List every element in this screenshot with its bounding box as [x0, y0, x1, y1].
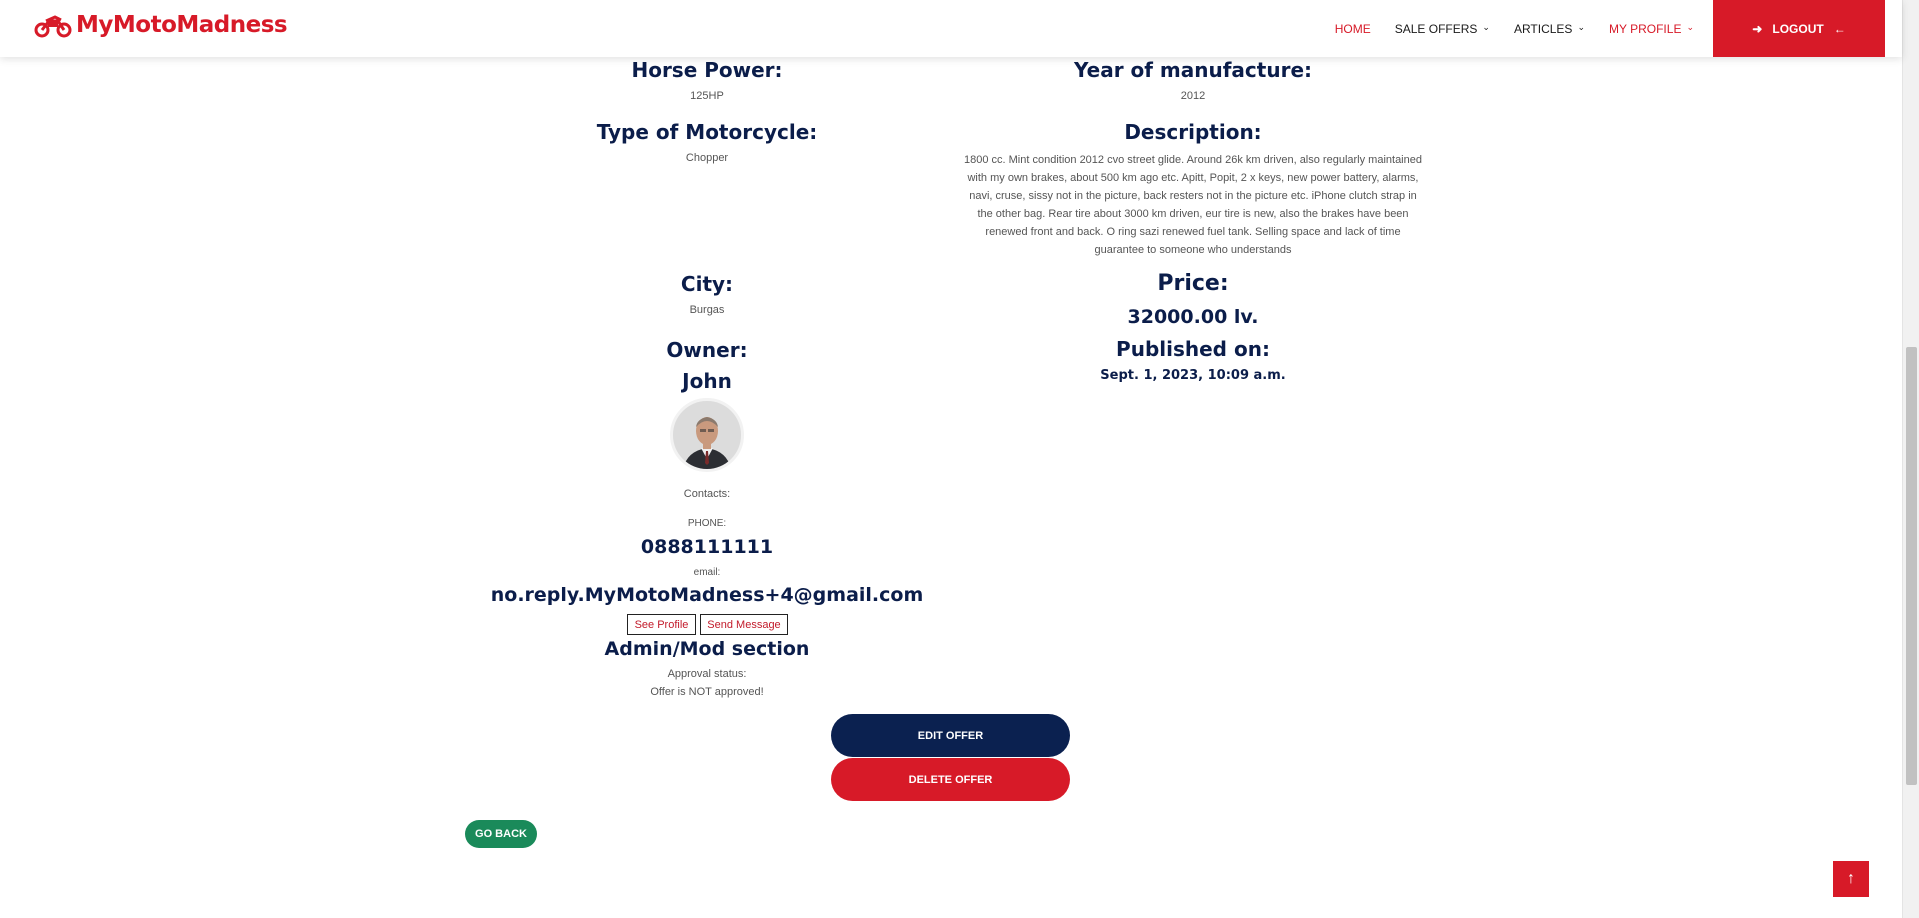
city-label: City: — [680, 272, 734, 296]
edit-offer-button[interactable]: EDIT OFFER — [831, 714, 1070, 757]
phone-label: PHONE: — [687, 518, 727, 529]
brand-name: MyMotoMadness — [76, 12, 288, 38]
city-value: Burgas — [689, 304, 725, 316]
type-label: Type of Motorcycle: — [596, 120, 818, 144]
arrow-up-icon: ↑ — [1847, 870, 1855, 887]
nav-my-profile[interactable]: MY PROFILE ⌄ — [1609, 22, 1694, 36]
contacts-label: Contacts: — [683, 488, 731, 500]
site-header: MyMotoMadness HOME SALE OFFERS ⌄ ARTICLE… — [0, 0, 1902, 57]
email-label: email: — [693, 567, 721, 578]
nav-my-profile-label: MY PROFILE — [1608, 21, 1682, 36]
type-value: Chopper — [685, 152, 729, 164]
nav-articles-label: ARTICLES — [1513, 21, 1573, 36]
owner-name: John — [682, 369, 732, 393]
description-text: 1800 cc. Mint condition 2012 cvo street … — [964, 154, 1422, 256]
price-label: Price: — [1157, 271, 1229, 296]
year-value: 2012 — [1180, 90, 1206, 102]
nav-home-label: HOME — [1334, 21, 1371, 36]
approval-status-value: Offer is NOT approved! — [650, 686, 764, 698]
see-profile-button[interactable]: See Profile — [627, 614, 696, 635]
brand-logo[interactable]: MyMotoMadness — [34, 12, 288, 38]
price-value: 32000.00 lv. — [1127, 306, 1259, 328]
chevron-down-icon: ⌄ — [1482, 22, 1490, 32]
nav-sale-offers[interactable]: SALE OFFERS ⌄ — [1395, 22, 1490, 36]
scroll-to-top-button[interactable]: ↑ — [1833, 861, 1869, 897]
published-value: Sept. 1, 2023, 10:09 a.m. — [1100, 368, 1286, 383]
arrow-right-icon: ➜ — [1752, 21, 1763, 36]
motorcycle-icon — [34, 12, 72, 38]
horse-power-value: 125HP — [690, 90, 724, 102]
owner-avatar — [670, 398, 744, 472]
phone-value: 0888111111 — [640, 536, 774, 558]
logout-button[interactable]: ➜ LOGOUT ← — [1713, 0, 1885, 57]
year-label: Year of manufacture: — [1073, 58, 1313, 82]
send-message-button[interactable]: Send Message — [700, 614, 788, 635]
chevron-down-icon: ⌄ — [1577, 22, 1585, 32]
admin-section-title: Admin/Mod section — [604, 638, 810, 660]
horse-power-label: Horse Power: — [631, 58, 783, 82]
go-back-button[interactable]: GO BACK — [465, 820, 537, 848]
scrollbar-thumb[interactable] — [1906, 347, 1917, 785]
email-value: no.reply.MyMotoMadness+4@gmail.com — [490, 584, 924, 606]
nav-sale-offers-label: SALE OFFERS — [1394, 21, 1478, 36]
page-scrollbar[interactable] — [1902, 0, 1919, 918]
description-label: Description: — [1124, 120, 1262, 144]
logout-label: LOGOUT — [1772, 21, 1824, 36]
chevron-down-icon: ⌄ — [1686, 22, 1694, 32]
nav-articles[interactable]: ARTICLES ⌄ — [1514, 22, 1585, 36]
approval-status-label: Approval status: — [667, 668, 747, 680]
owner-label: Owner: — [666, 338, 748, 362]
main-nav: HOME SALE OFFERS ⌄ ARTICLES ⌄ MY PROFILE… — [1335, 0, 1694, 57]
arrow-left-icon: ← — [1833, 21, 1846, 36]
published-label: Published on: — [1116, 337, 1270, 361]
delete-offer-button[interactable]: DELETE OFFER — [831, 758, 1070, 801]
nav-home[interactable]: HOME — [1335, 22, 1371, 36]
